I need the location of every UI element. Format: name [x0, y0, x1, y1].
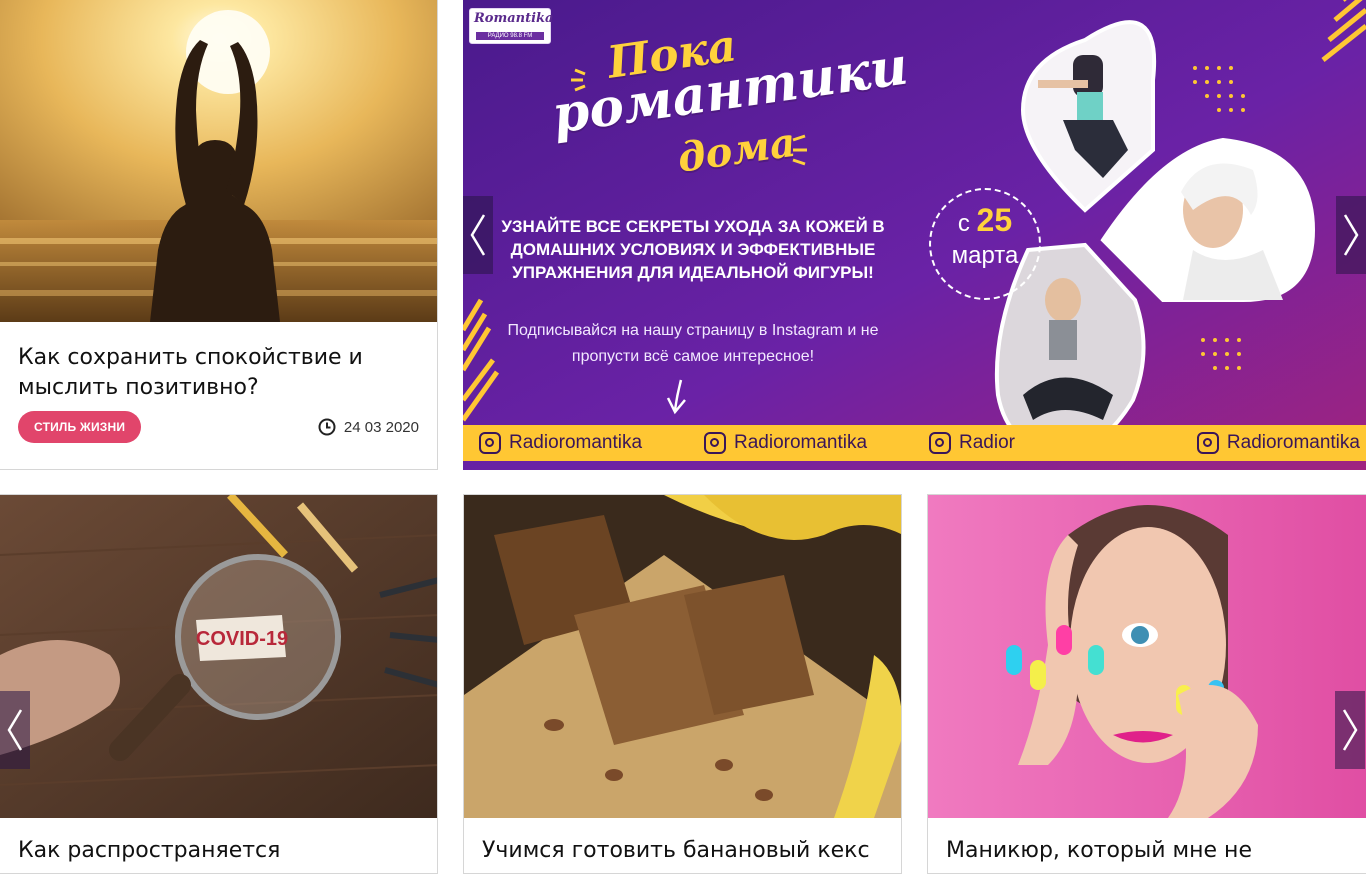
instagram-icon [929, 432, 951, 454]
chevron-right-icon [1343, 214, 1359, 256]
instagram-text: Radior [959, 432, 1015, 453]
row-prev-arrow[interactable] [0, 691, 30, 769]
row-next-arrow[interactable] [1335, 691, 1365, 769]
instagram-handle: Radioromantika [704, 432, 867, 454]
article-card[interactable]: Маникюр, который мне не [927, 494, 1366, 874]
article-title[interactable]: Как сохранить спокойствие и мыслить пози… [18, 343, 421, 403]
instagram-handle: Radior [929, 432, 1015, 454]
instagram-text: Radioromantika [1226, 432, 1360, 453]
article-card[interactable]: Учимся готовить банановый кекс [463, 494, 902, 874]
article-image[interactable]: COVID-19 [0, 495, 437, 818]
instagram-icon [1196, 432, 1219, 454]
instagram-text: Radioromantika [509, 432, 643, 453]
banner-next-arrow[interactable] [1336, 196, 1366, 274]
date-number: 25 [976, 202, 1013, 238]
category-tag[interactable]: стиль жизни [18, 411, 142, 443]
banner-prev-arrow[interactable] [463, 196, 493, 274]
banner-subtitle: Узнайте все секреты ухода за кожей в дом… [501, 217, 885, 282]
logo-text: Romantika [474, 11, 554, 26]
instagram-handle: Radioromantika [479, 432, 642, 454]
promo-banner[interactable]: Romantika РАДИО 98.8 FM Пока романтики д… [463, 0, 1366, 470]
article-image[interactable] [928, 495, 1366, 818]
article-title[interactable]: Учимся готовить банановый кекс [482, 836, 885, 866]
instagram-icon [479, 432, 501, 454]
article-title[interactable]: Маникюр, который мне не [946, 836, 1350, 866]
banner-cta: Подписывайся на нашу страницу в Instagra… [507, 322, 879, 365]
instagram-icon [704, 432, 726, 454]
publish-date: 24 03 2020 [318, 418, 419, 436]
article-image[interactable] [0, 0, 437, 322]
chevron-right-icon [1342, 709, 1358, 751]
radio-logo[interactable]: Romantika РАДИО 98.8 FM [469, 8, 554, 44]
instagram-text: Radioromantika [734, 432, 868, 453]
covid-label: COVID-19 [196, 628, 288, 650]
clock-icon [318, 418, 336, 436]
chevron-left-icon [470, 214, 486, 256]
logo-subtext: РАДИО 98.8 FM [476, 32, 544, 40]
chevron-left-icon [7, 709, 23, 751]
banner-date: с 25 марта [929, 188, 1041, 300]
article-card[interactable]: COVID-19 Как распространяется [0, 494, 438, 874]
publish-date-text: 24 03 2020 [343, 418, 419, 436]
date-prefix: с [957, 210, 970, 237]
article-image[interactable] [464, 495, 901, 818]
date-month: марта [951, 242, 1019, 269]
article-title[interactable]: Как распространяется [18, 836, 421, 866]
instagram-handle: Radioromantika [1196, 432, 1360, 454]
instagram-strip: Radioromantika Radioromantika Radior Rad… [463, 425, 1366, 461]
article-card[interactable]: Как сохранить спокойствие и мыслить пози… [0, 0, 438, 470]
